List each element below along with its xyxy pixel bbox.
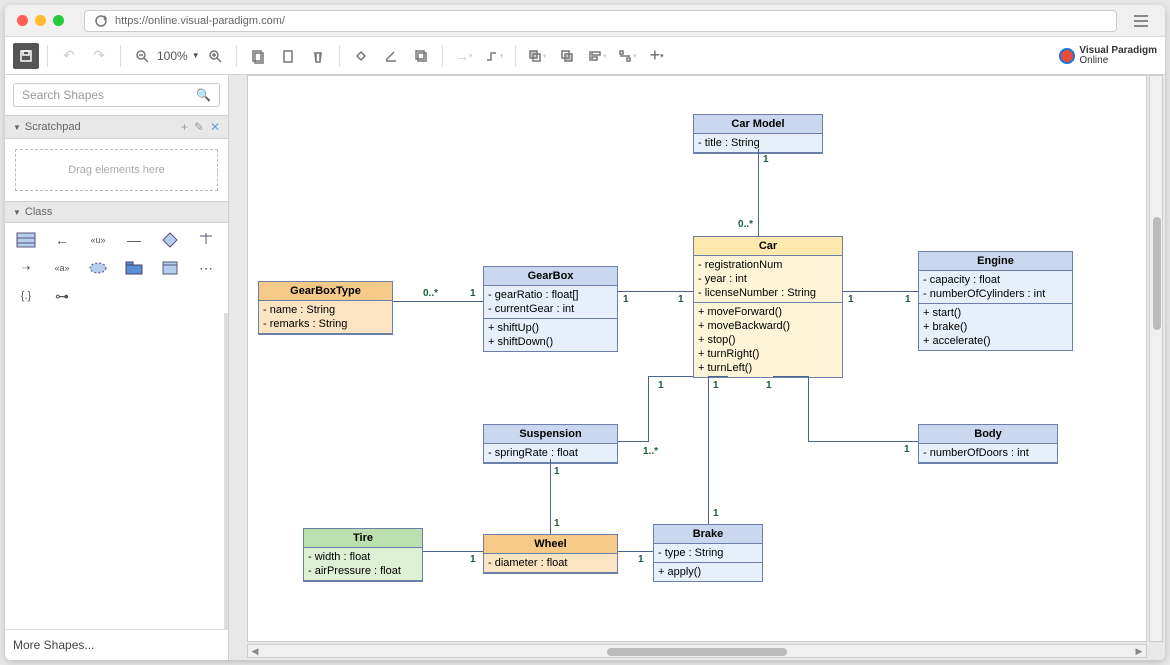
conn-body-h2[interactable] bbox=[773, 376, 809, 377]
stroke-button[interactable] bbox=[378, 43, 404, 69]
distribute-button[interactable]: ▾ bbox=[614, 43, 640, 69]
add-scratchpad-icon[interactable]: + bbox=[181, 120, 188, 134]
package-shape[interactable] bbox=[121, 259, 147, 277]
url-bar[interactable]: https://online.visual-paradigm.com/ bbox=[84, 10, 1117, 32]
conn-wheel-brake[interactable] bbox=[618, 551, 653, 552]
class-shape[interactable] bbox=[13, 231, 39, 249]
class-wheel[interactable]: Wheel - diameter : float bbox=[483, 534, 618, 574]
class-section[interactable]: ▼ Class bbox=[5, 201, 228, 223]
conn-body-v[interactable] bbox=[808, 376, 809, 442]
lollipop-shape[interactable]: ⊶ bbox=[49, 287, 75, 305]
close-scratchpad-icon[interactable]: ✕ bbox=[210, 120, 220, 134]
horizontal-scrollbar[interactable]: ◀ ▶ bbox=[247, 644, 1147, 658]
titlebar: https://online.visual-paradigm.com/ bbox=[5, 5, 1165, 37]
conn-tire-wheel[interactable] bbox=[423, 551, 483, 552]
canvas-area: Car Model - title : String Car - registr… bbox=[229, 75, 1165, 660]
conn-car-brake-h[interactable] bbox=[708, 376, 728, 377]
copy-button[interactable] bbox=[245, 43, 271, 69]
class-body[interactable]: Body - numberOfDoors : int bbox=[918, 424, 1058, 464]
reload-icon[interactable] bbox=[93, 13, 109, 29]
conn-gearboxtype-gearbox[interactable] bbox=[393, 301, 483, 302]
more-shapes-button[interactable]: More Shapes... bbox=[5, 629, 228, 660]
scratchpad-dropzone[interactable]: Drag elements here bbox=[15, 149, 218, 191]
maximize-icon[interactable] bbox=[53, 15, 64, 26]
zoom-in-button[interactable] bbox=[202, 43, 228, 69]
usage-shape[interactable]: «u» bbox=[85, 231, 111, 249]
zoom-level[interactable]: 100% bbox=[157, 49, 188, 63]
class-engine[interactable]: Engine - capacity : float - numberOfCyli… bbox=[918, 251, 1073, 351]
nary-shape[interactable]: ⋯ bbox=[193, 259, 219, 277]
waypoint-button[interactable]: ▾ bbox=[481, 43, 507, 69]
collaboration-shape[interactable] bbox=[85, 259, 111, 277]
model-shape[interactable] bbox=[157, 259, 183, 277]
interface-shape[interactable] bbox=[157, 231, 183, 249]
scroll-left-icon[interactable]: ◀ bbox=[248, 646, 262, 657]
app-window: https://online.visual-paradigm.com/ ↶ ↷ … bbox=[5, 5, 1165, 660]
main: Search Shapes 🔍 ▼ Scratchpad + ✎ ✕ Drag … bbox=[5, 75, 1165, 660]
scroll-thumb[interactable] bbox=[1153, 217, 1161, 330]
logo: Visual ParadigmOnline bbox=[1059, 46, 1157, 66]
scratchpad-section[interactable]: ▼ Scratchpad + ✎ ✕ bbox=[5, 115, 228, 139]
scroll-right-icon[interactable]: ▶ bbox=[1132, 646, 1146, 657]
class-gearbox[interactable]: GearBox - gearRatio : float[] - currentG… bbox=[483, 266, 618, 352]
redo-button[interactable]: ↷ bbox=[86, 43, 112, 69]
conn-car-engine[interactable] bbox=[843, 291, 918, 292]
zoom-out-button[interactable] bbox=[129, 43, 155, 69]
conn-carmodel-car[interactable] bbox=[758, 149, 759, 236]
chevron-down-icon: ▼ bbox=[13, 208, 21, 217]
conn-gearbox-car[interactable] bbox=[618, 291, 693, 292]
back-button[interactable] bbox=[554, 43, 580, 69]
association-shape[interactable]: — bbox=[121, 231, 147, 249]
chevron-down-icon: ▼ bbox=[13, 123, 21, 132]
shadow-button[interactable] bbox=[408, 43, 434, 69]
save-button[interactable] bbox=[13, 43, 39, 69]
add-button[interactable]: +▾ bbox=[644, 43, 670, 69]
paste-button[interactable] bbox=[275, 43, 301, 69]
conn-car-brake-v[interactable] bbox=[708, 376, 709, 524]
url-text: https://online.visual-paradigm.com/ bbox=[115, 15, 285, 27]
class-car-model[interactable]: Car Model - title : String bbox=[693, 114, 823, 154]
conn-susp-h2[interactable] bbox=[648, 376, 693, 377]
toolbar: ↶ ↷ 100% ▼ →▾ ▾ ▾ ▾ ▾ +▾ Visual Paradigm… bbox=[5, 37, 1165, 75]
shape-palette: ← «u» — ⇢ «a» ⋯ {.} ⊶ bbox=[5, 223, 228, 313]
align-button[interactable]: ▾ bbox=[584, 43, 610, 69]
conn-susp-h[interactable] bbox=[618, 441, 648, 442]
class-brake[interactable]: Brake - type : String + apply() bbox=[653, 524, 763, 582]
conn-body-h[interactable] bbox=[808, 441, 918, 442]
dependency-shape[interactable]: ⇢ bbox=[13, 259, 39, 277]
zoom-dropdown-icon[interactable]: ▼ bbox=[192, 51, 200, 60]
close-icon[interactable] bbox=[17, 15, 28, 26]
window-controls bbox=[17, 15, 64, 26]
fill-button[interactable] bbox=[348, 43, 374, 69]
sidebar: Search Shapes 🔍 ▼ Scratchpad + ✎ ✕ Drag … bbox=[5, 75, 229, 660]
class-car[interactable]: Car - registrationNum - year : int - lic… bbox=[693, 236, 843, 378]
vertical-scrollbar[interactable] bbox=[1149, 75, 1163, 642]
search-icon: 🔍 bbox=[196, 88, 211, 102]
conn-susp-v[interactable] bbox=[648, 376, 649, 442]
canvas[interactable]: Car Model - title : String Car - registr… bbox=[247, 75, 1147, 642]
class-tire[interactable]: Tire - width : float - airPressure : flo… bbox=[303, 528, 423, 582]
minimize-icon[interactable] bbox=[35, 15, 46, 26]
delete-button[interactable] bbox=[305, 43, 331, 69]
edit-scratchpad-icon[interactable]: ✎ bbox=[194, 120, 204, 134]
logo-icon bbox=[1059, 48, 1075, 64]
class-suspension[interactable]: Suspension - springRate : float bbox=[483, 424, 618, 464]
undo-button[interactable]: ↶ bbox=[56, 43, 82, 69]
connector-button[interactable]: →▾ bbox=[451, 43, 477, 69]
search-input[interactable]: Search Shapes 🔍 bbox=[13, 83, 220, 107]
menu-icon[interactable] bbox=[1129, 9, 1153, 33]
scroll-thumb[interactable] bbox=[607, 648, 787, 656]
generalization-shape[interactable]: ← bbox=[49, 231, 75, 249]
abstraction-shape[interactable]: «a» bbox=[49, 259, 75, 277]
front-button[interactable]: ▾ bbox=[524, 43, 550, 69]
conn-susp-wheel[interactable] bbox=[550, 459, 551, 534]
constraint-shape[interactable]: {.} bbox=[13, 287, 39, 305]
class-gearboxtype[interactable]: GearBoxType - name : String - remarks : … bbox=[258, 281, 393, 335]
realization-shape[interactable] bbox=[193, 231, 219, 249]
